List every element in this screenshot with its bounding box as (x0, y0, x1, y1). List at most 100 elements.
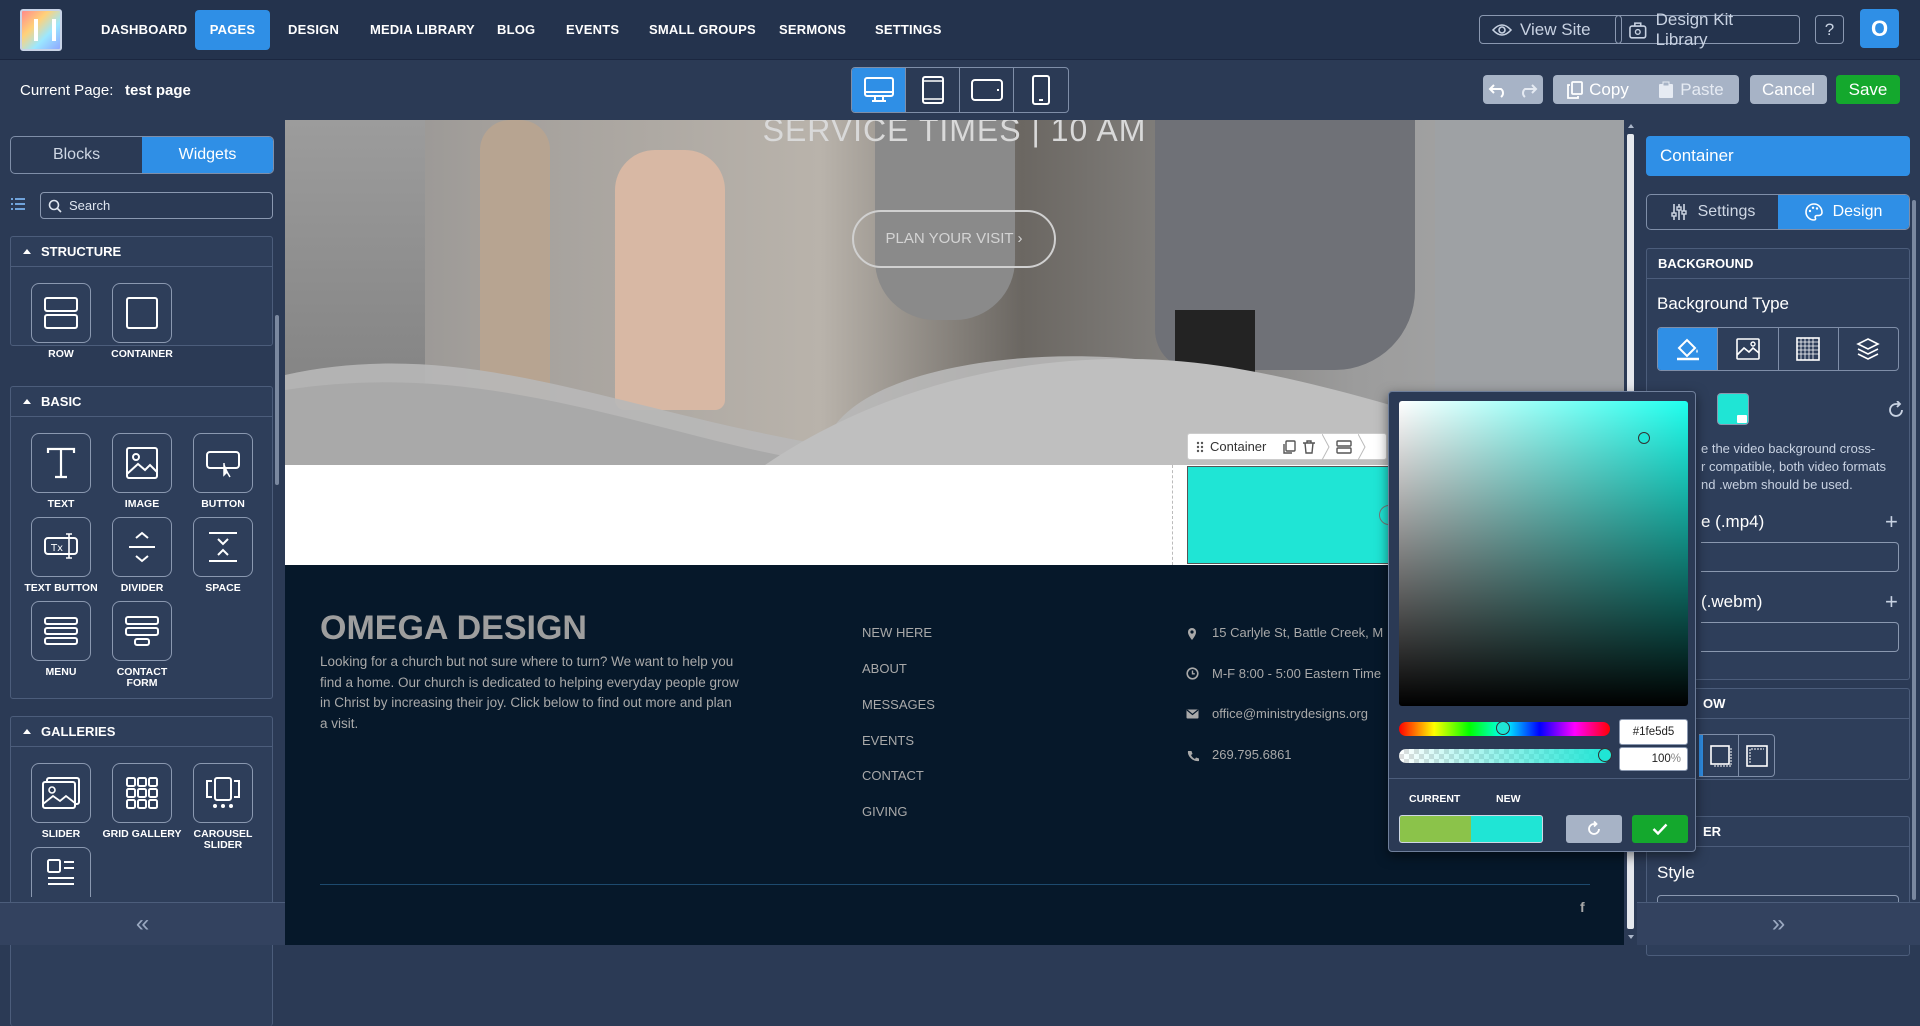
nav-small-groups[interactable]: SMALL GROUPS (631, 10, 774, 50)
undo-button[interactable] (1483, 75, 1513, 104)
paste-button[interactable]: Paste (1643, 75, 1739, 104)
trash-icon[interactable] (1302, 439, 1316, 454)
list-view-icon[interactable] (10, 197, 26, 211)
clock-icon (1186, 667, 1199, 680)
copy-button[interactable]: Copy (1553, 75, 1643, 104)
widget-carousel-slider[interactable]: CAROUSEL SLIDER (183, 763, 263, 851)
structure-header[interactable]: STRUCTURE (11, 237, 272, 267)
alpha-input[interactable]: 100% (1619, 747, 1688, 771)
bg-type-color-button[interactable] (1658, 328, 1719, 370)
basic-header[interactable]: BASIC (11, 387, 272, 417)
help-button[interactable]: ? (1815, 15, 1844, 44)
widget-row[interactable]: ROW (21, 283, 101, 360)
saturation-handle[interactable] (1638, 432, 1650, 444)
widget-contact-form[interactable]: CONTACT FORM (102, 601, 182, 689)
widget-search-input[interactable]: Search (40, 192, 273, 219)
nav-dashboard[interactable]: DASHBOARD (83, 10, 205, 50)
widget-grid-gallery[interactable]: GRID GALLERY (102, 763, 182, 840)
redo-button[interactable] (1513, 75, 1543, 104)
apply-color-button[interactable] (1632, 815, 1688, 843)
alpha-handle[interactable] (1598, 748, 1612, 762)
footer-link-about[interactable]: ABOUT (862, 661, 907, 676)
collapse-right-panel-button[interactable]: » (1637, 902, 1920, 945)
cancel-button[interactable]: Cancel (1750, 75, 1827, 104)
footer-link-events[interactable]: EVENTS (862, 733, 914, 748)
view-site-button[interactable]: View Site (1479, 15, 1622, 44)
tab-settings[interactable]: Settings (1647, 195, 1778, 229)
widget-container[interactable]: CONTAINER (102, 283, 182, 360)
plan-your-visit-button[interactable]: PLAN YOUR VISIT › (852, 210, 1056, 268)
undo-icon (1488, 83, 1504, 98)
bg-type-layers-button[interactable] (1839, 328, 1898, 370)
footer-link-giving[interactable]: GIVING (862, 804, 908, 819)
footer-link-new-here[interactable]: NEW HERE (862, 625, 932, 640)
nav-settings[interactable]: SETTINGS (857, 10, 960, 50)
nav-design[interactable]: DESIGN (270, 10, 357, 50)
nav-media-library[interactable]: MEDIA LIBRARY (352, 10, 493, 50)
design-kit-library-button[interactable]: Design Kit Library (1615, 10, 1800, 49)
widget-text[interactable]: TEXT (21, 433, 101, 510)
current-color-swatch[interactable] (1399, 815, 1471, 843)
footer-link-contact[interactable]: CONTACT (862, 768, 924, 783)
row-select-icon[interactable] (1336, 439, 1353, 454)
tablet-landscape-icon (970, 79, 1003, 101)
footer-blurb: Looking for a church but not sure where … (320, 654, 739, 731)
hue-handle[interactable] (1496, 721, 1510, 735)
user-avatar[interactable]: O (1860, 9, 1899, 48)
background-color-swatch[interactable] (1717, 393, 1749, 425)
nav-events[interactable]: EVENTS (548, 10, 637, 50)
reset-color-button[interactable] (1566, 815, 1622, 843)
video-webm-input[interactable] (1701, 622, 1899, 652)
tablet-portrait-view-button[interactable] (906, 68, 960, 112)
collapse-left-panel-button[interactable]: « (0, 902, 285, 945)
desktop-view-button[interactable] (852, 68, 906, 112)
left-panel-scrollbar[interactable] (275, 315, 279, 485)
video-mp4-input[interactable] (1701, 542, 1899, 572)
mobile-view-button[interactable] (1014, 68, 1068, 112)
widget-divider[interactable]: DIVIDER (102, 517, 182, 594)
app-logo[interactable] (20, 9, 62, 51)
galleries-header[interactable]: GALLERIES (11, 717, 272, 747)
footer-link-messages[interactable]: MESSAGES (862, 697, 935, 712)
footer-email[interactable]: office@ministrydesigns.org (1212, 706, 1368, 721)
background-section-header[interactable]: BACKGROUND (1647, 249, 1909, 279)
widget-text-button[interactable]: Tx TEXT BUTTON (21, 517, 101, 594)
hex-input[interactable]: #1fe5d5 (1619, 719, 1688, 745)
tab-blocks[interactable]: Blocks (11, 137, 142, 173)
facebook-icon[interactable]: f (1580, 899, 1585, 915)
alpha-slider[interactable] (1399, 748, 1612, 763)
add-webm-button[interactable]: + (1885, 589, 1898, 615)
layers-icon (1856, 338, 1881, 360)
bg-type-pattern-button[interactable] (1779, 328, 1839, 370)
widget-slider[interactable]: SLIDER (21, 763, 101, 840)
duplicate-icon[interactable] (1282, 439, 1297, 454)
nav-sermons[interactable]: SERMONS (761, 10, 864, 50)
video-format-note: e the video background cross- r compatib… (1701, 441, 1886, 492)
hue-slider[interactable] (1399, 721, 1610, 736)
drag-handle-icon[interactable] (1196, 441, 1204, 453)
bg-type-image-button[interactable] (1718, 328, 1779, 370)
shadow-inner-button[interactable] (1739, 735, 1774, 776)
widget-gallery-more[interactable] (21, 847, 101, 897)
tab-widgets[interactable]: Widgets (142, 137, 273, 173)
saturation-brightness-area[interactable] (1399, 401, 1688, 706)
container-toolbar-label: Container (1210, 439, 1267, 454)
nav-blog[interactable]: BLOG (479, 10, 553, 50)
tablet-landscape-view-button[interactable] (960, 68, 1014, 112)
alpha-value: 100 (1651, 753, 1671, 765)
save-button[interactable]: Save (1836, 75, 1900, 104)
shadow-outer-button[interactable] (1703, 735, 1739, 776)
tab-design[interactable]: Design (1778, 195, 1909, 229)
widget-space[interactable]: SPACE (183, 517, 263, 594)
footer-phone[interactable]: 269.795.6861 (1212, 747, 1292, 762)
envelope-icon (1186, 709, 1199, 719)
reset-icon[interactable] (1887, 401, 1905, 419)
add-mp4-button[interactable]: + (1885, 509, 1898, 535)
widget-menu[interactable]: MENU (21, 601, 101, 678)
footer-divider (320, 884, 1590, 885)
nav-pages[interactable]: PAGES (195, 10, 270, 50)
right-panel-scrollbar[interactable] (1912, 200, 1916, 900)
galleries-section: GALLERIES SLIDER GRID GALLERY CAROUSEL S… (10, 716, 273, 1026)
widget-image[interactable]: IMAGE (102, 433, 182, 510)
widget-button[interactable]: BUTTON (183, 433, 263, 510)
